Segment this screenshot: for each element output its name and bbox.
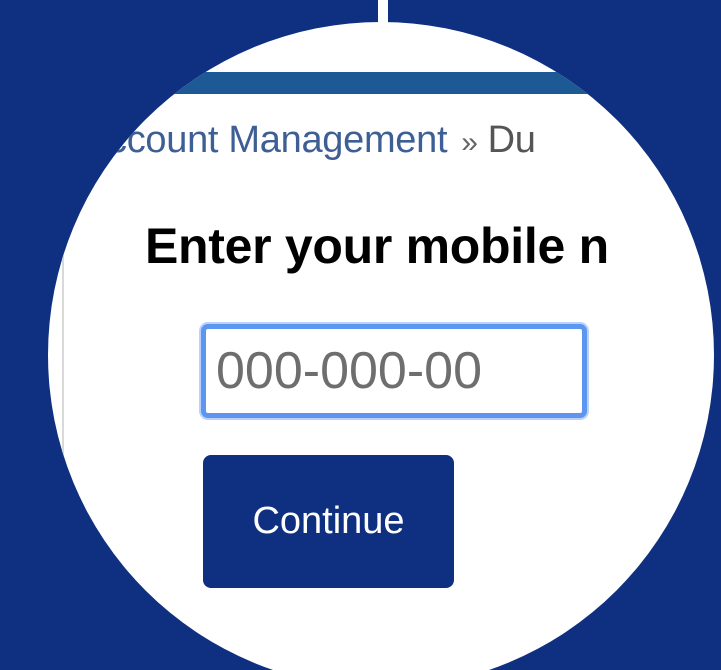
zoomed-page: ccount Management » Du Enter your mobile n…	[48, 22, 714, 670]
mobile-number-input[interactable]	[201, 324, 587, 418]
continue-button[interactable]: Continue	[203, 455, 454, 588]
content-divider	[62, 250, 64, 470]
breadcrumb-account-management-link[interactable]: ccount Management	[108, 119, 448, 161]
zoom-stage: ccount Management » Du Enter your mobile n…	[0, 0, 721, 670]
breadcrumb-separator: »	[461, 126, 478, 159]
breadcrumb-current-page: Du	[487, 119, 536, 161]
magnifier-lens: ccount Management » Du Enter your mobile n…	[48, 22, 714, 670]
page-title: Enter your mobile n	[145, 218, 609, 274]
site-header-bar	[48, 72, 714, 94]
breadcrumb: ccount Management » Du	[108, 118, 536, 165]
